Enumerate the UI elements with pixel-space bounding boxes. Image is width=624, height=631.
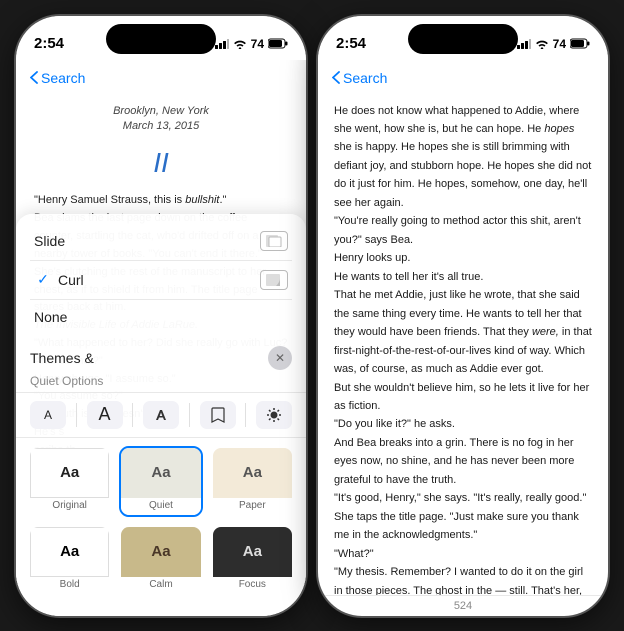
brightness-button[interactable] — [256, 401, 292, 429]
font-divider-1 — [76, 403, 77, 427]
theme-original-label: Original — [30, 498, 109, 515]
theme-focus-aa: Aa — [243, 543, 262, 560]
font-style-button[interactable] — [143, 401, 179, 429]
option-none-label: None — [34, 309, 288, 325]
option-curl[interactable]: ✓ Curl — [30, 261, 292, 300]
battery-icon-right — [570, 38, 590, 49]
left-phone-content: Search Brooklyn, New York March 13, 2015… — [16, 60, 306, 616]
theme-original-aa: Aa — [60, 464, 79, 481]
theme-focus-label: Focus — [213, 577, 292, 594]
theme-quiet-aa: Aa — [151, 464, 170, 481]
phones-container: 2:54 74 — [16, 16, 608, 616]
theme-original[interactable]: Aa Original — [28, 446, 111, 517]
theme-grid: Aa Original Aa Quiet Aa Pap — [16, 438, 306, 596]
curl-page-icon — [260, 270, 288, 290]
left-phone: 2:54 74 — [16, 16, 306, 616]
font-style-icon — [153, 407, 169, 423]
font-controls: A A — [16, 392, 306, 438]
theme-bold-preview: Aa — [30, 527, 109, 577]
wifi-icon — [233, 39, 247, 49]
font-decrease-button[interactable]: A — [30, 401, 66, 429]
status-icons-right: 74 — [517, 37, 590, 51]
theme-calm[interactable]: Aa Calm — [119, 525, 202, 596]
theme-bold-label: Bold — [30, 577, 109, 594]
font-divider-4 — [245, 403, 246, 427]
option-slide[interactable]: Slide — [30, 222, 292, 261]
back-chevron-right — [332, 71, 340, 84]
nav-back-left[interactable]: Search — [30, 70, 85, 86]
dynamic-island-right — [408, 24, 518, 54]
theme-original-preview: Aa — [30, 448, 109, 498]
option-curl-label: Curl — [58, 272, 260, 288]
font-large-icon: A — [98, 404, 110, 425]
theme-focus-preview: Aa — [213, 527, 292, 577]
chapter-number: II — [34, 140, 288, 186]
theme-paper[interactable]: Aa Paper — [211, 446, 294, 517]
back-chevron-left — [30, 71, 38, 84]
font-increase-button[interactable]: A — [87, 401, 123, 429]
slide-page-icon — [260, 231, 288, 251]
dynamic-island — [106, 24, 216, 54]
wifi-icon-right — [535, 39, 549, 49]
slide-options: Slide ✓ Curl — [16, 214, 306, 340]
option-slide-label: Slide — [34, 233, 260, 249]
book-content-right: He does not know what happened to Addie,… — [318, 96, 608, 595]
theme-bold-aa: Aa — [60, 543, 79, 560]
quiet-options-label: Quiet Options — [16, 374, 306, 392]
theme-calm-aa: Aa — [151, 543, 170, 560]
curl-icon — [266, 274, 282, 286]
close-button[interactable]: ✕ — [268, 346, 292, 370]
theme-quiet[interactable]: Aa Quiet — [119, 446, 202, 517]
right-phone-content: Search He does not know what happened to… — [318, 60, 608, 616]
themes-header: Themes & ✕ — [16, 340, 306, 374]
battery-right: 74 — [553, 37, 566, 51]
book-text-right: He does not know what happened to Addie,… — [334, 102, 592, 595]
book-header: Brooklyn, New York March 13, 2015 — [34, 104, 288, 135]
option-curl-check: ✓ — [34, 271, 52, 288]
theme-quiet-label: Quiet — [121, 498, 200, 515]
bookmark-icon — [211, 407, 225, 423]
option-none[interactable]: None — [30, 300, 292, 334]
theme-calm-label: Calm — [121, 577, 200, 594]
signal-icon-right — [517, 39, 531, 49]
nav-back-right[interactable]: Search — [332, 70, 387, 86]
theme-bold[interactable]: Aa Bold — [28, 525, 111, 596]
right-phone: 2:54 74 — [318, 16, 608, 616]
font-divider-2 — [132, 403, 133, 427]
battery-icon-left — [268, 38, 288, 49]
time-left: 2:54 — [34, 35, 64, 52]
page-number: 524 — [318, 595, 608, 616]
slide-icon — [266, 235, 282, 247]
time-right: 2:54 — [336, 35, 366, 52]
theme-paper-aa: Aa — [243, 464, 262, 481]
nav-bar-right[interactable]: Search — [318, 60, 608, 96]
battery-left: 74 — [251, 37, 264, 51]
font-small-icon: A — [44, 408, 52, 422]
book-place: Brooklyn, New York — [34, 104, 288, 119]
nav-back-label-right: Search — [343, 70, 387, 86]
bottom-panel: Slide ✓ Curl — [16, 214, 306, 616]
font-divider-3 — [189, 403, 190, 427]
brightness-icon — [266, 407, 282, 423]
book-date: March 13, 2015 — [34, 119, 288, 134]
theme-paper-preview: Aa — [213, 448, 292, 498]
theme-quiet-preview: Aa — [121, 448, 200, 498]
theme-focus[interactable]: Aa Focus — [211, 525, 294, 596]
signal-icon — [215, 39, 229, 49]
status-icons-left: 74 — [215, 37, 288, 51]
themes-title: Themes & — [30, 350, 268, 366]
theme-paper-label: Paper — [213, 498, 292, 515]
theme-calm-preview: Aa — [121, 527, 200, 577]
nav-back-label-left: Search — [41, 70, 85, 86]
nav-bar-left[interactable]: Search — [16, 60, 306, 96]
font-bookmark-button[interactable] — [200, 401, 236, 429]
